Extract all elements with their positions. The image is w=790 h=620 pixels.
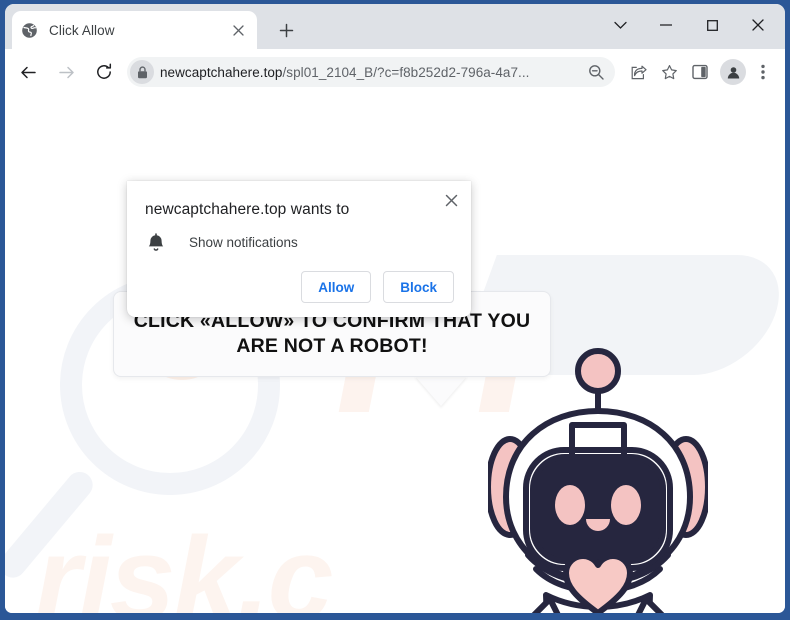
- three-dot-menu-icon[interactable]: [749, 58, 777, 86]
- forward-arrow-icon[interactable]: [51, 57, 81, 87]
- page-viewport: PF risk.c CLICK «ALLOW» TO CONFIRM THAT …: [5, 95, 785, 613]
- reload-icon[interactable]: [89, 57, 119, 87]
- close-icon[interactable]: [439, 188, 463, 212]
- chrome-frame: Click Allow newcaptchahere.top/spl01_210…: [5, 4, 785, 613]
- globe-icon: [21, 22, 38, 39]
- tab-title: Click Allow: [49, 22, 115, 38]
- side-panel-icon[interactable]: [686, 58, 714, 86]
- new-tab-button[interactable]: [273, 17, 299, 43]
- block-button[interactable]: Block: [383, 271, 454, 303]
- permission-row: Show notifications: [145, 231, 298, 253]
- notification-permission-dialog: newcaptchahere.top wants to Show notific…: [127, 181, 471, 317]
- browser-toolbar: newcaptchahere.top/spl01_2104_B/?c=f8b25…: [5, 49, 785, 95]
- dialog-actions: Allow Block: [301, 271, 454, 303]
- browser-tab[interactable]: Click Allow: [12, 11, 257, 49]
- back-arrow-icon[interactable]: [13, 57, 43, 87]
- maximize-button[interactable]: [689, 4, 735, 46]
- speech-bubble-tail: [415, 376, 467, 406]
- profile-avatar-icon[interactable]: [720, 59, 746, 85]
- minimize-button[interactable]: [643, 4, 689, 46]
- window-controls: [597, 4, 781, 46]
- url-domain: newcaptchahere.top: [160, 64, 283, 80]
- allow-button[interactable]: Allow: [301, 271, 372, 303]
- url-path: /spl01_2104_B/?c=f8b252d2-796a-4a7...: [282, 64, 530, 80]
- chevron-down-icon[interactable]: [597, 4, 643, 46]
- tab-strip: Click Allow: [5, 4, 785, 49]
- address-bar[interactable]: newcaptchahere.top/spl01_2104_B/?c=f8b25…: [127, 57, 615, 87]
- url-text: newcaptchahere.top/spl01_2104_B/?c=f8b25…: [160, 65, 583, 80]
- zoom-out-icon[interactable]: [583, 59, 609, 85]
- share-icon[interactable]: [624, 58, 652, 86]
- star-icon[interactable]: [655, 58, 683, 86]
- browser-window: Click Allow newcaptchahere.top/spl01_210…: [0, 0, 790, 620]
- lock-icon[interactable]: [130, 60, 154, 84]
- robot-mascot: [485, 347, 711, 613]
- bubble-line-2: ARE NOT A ROBOT!: [236, 335, 428, 357]
- tab-close-icon[interactable]: [228, 20, 248, 40]
- permission-label: Show notifications: [189, 234, 298, 250]
- bell-icon: [145, 231, 167, 253]
- close-window-button[interactable]: [735, 4, 781, 46]
- dialog-title: newcaptchahere.top wants to: [145, 201, 350, 218]
- watermark-risk-text: risk.c: [35, 513, 333, 613]
